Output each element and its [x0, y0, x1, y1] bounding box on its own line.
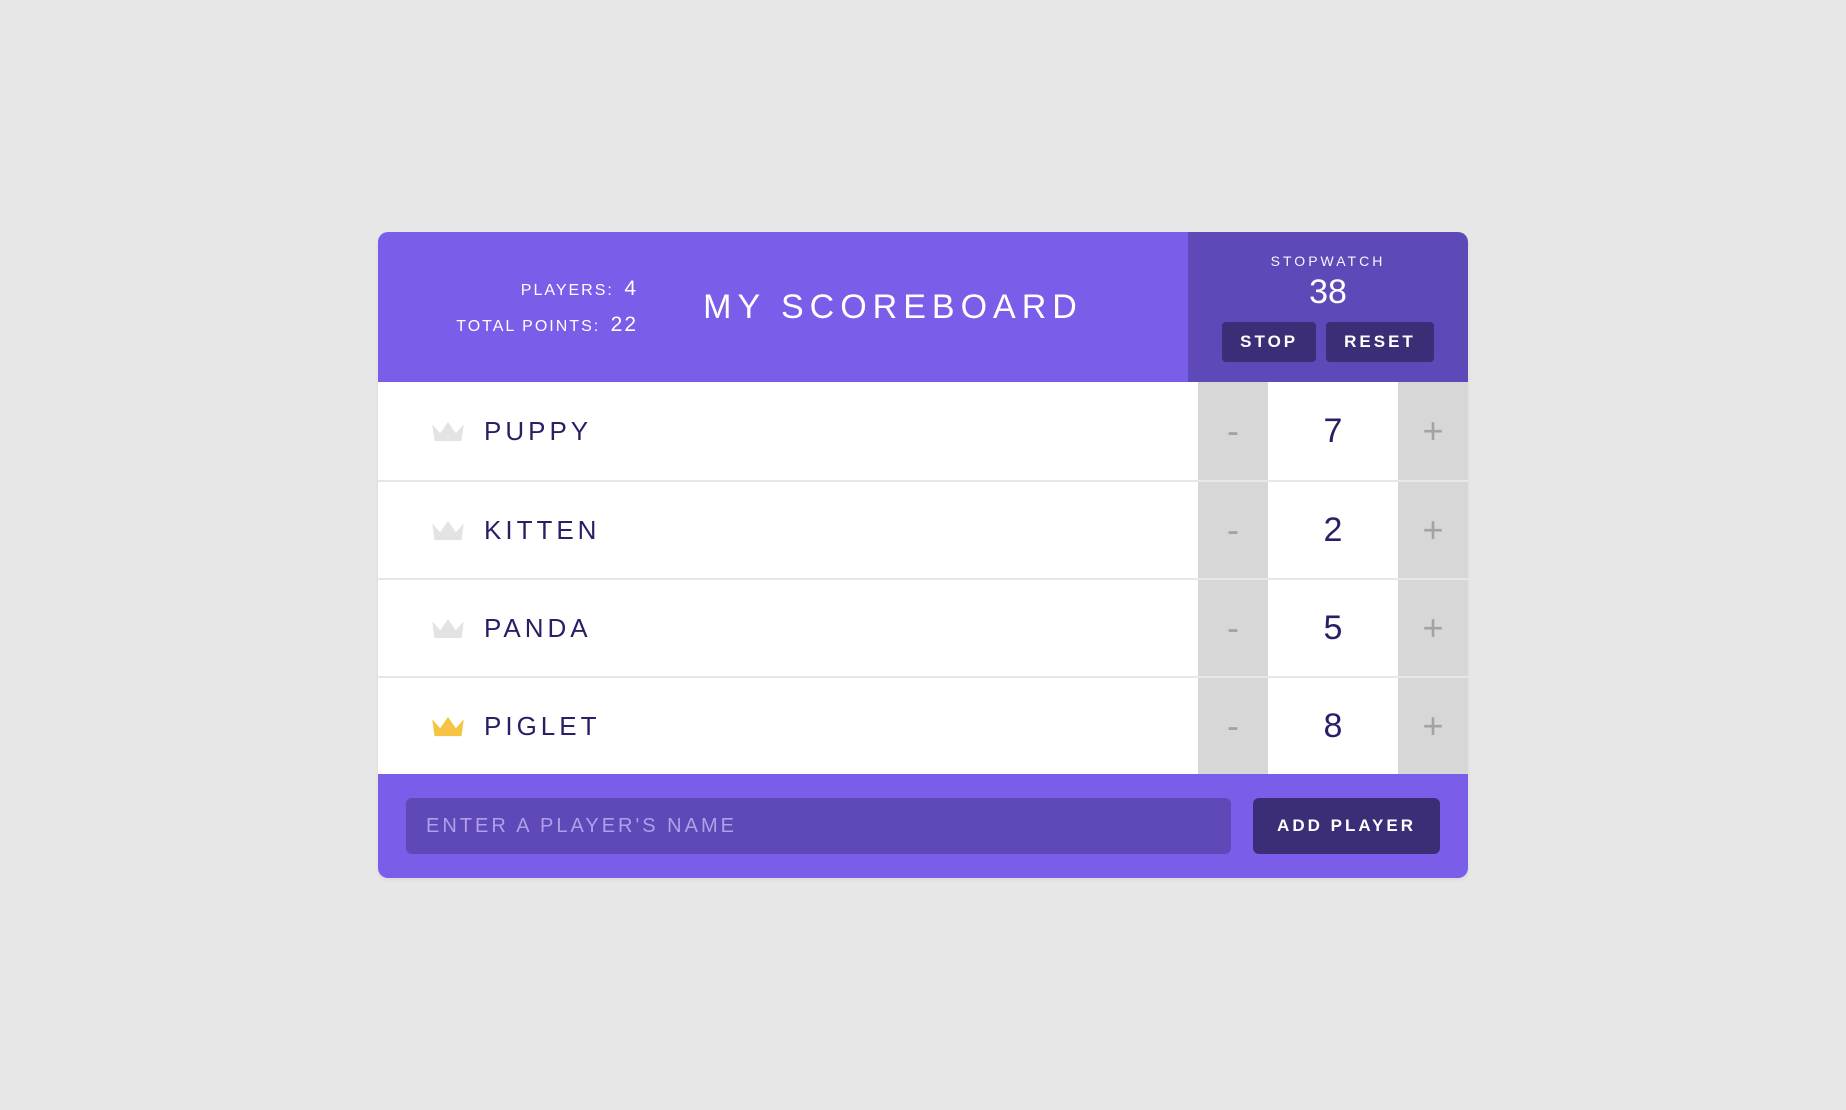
player-name-input[interactable] — [406, 798, 1231, 854]
players-count-row: PLAYERS: 4 — [428, 271, 638, 307]
player-name: KITTEN — [484, 515, 600, 546]
stopwatch-panel: STOPWATCH 38 STOP RESET — [1188, 232, 1468, 382]
player-row: KITTEN -2+ — [378, 480, 1468, 578]
increment-button[interactable]: + — [1398, 382, 1468, 480]
crown-icon — [430, 516, 466, 544]
total-points-label: TOTAL POINTS: — [456, 318, 600, 335]
players-list: PUPPY-7+KITTEN-2+PANDA-5+PIGLET-8+ — [378, 382, 1468, 774]
total-points-value: 22 — [611, 313, 638, 336]
stopwatch-buttons: STOP RESET — [1222, 322, 1434, 362]
crown-icon — [430, 712, 466, 740]
players-label: PLAYERS: — [521, 282, 614, 299]
stop-button[interactable]: STOP — [1222, 322, 1316, 362]
increment-button[interactable]: + — [1398, 678, 1468, 774]
player-score: 8 — [1268, 678, 1398, 774]
header-stats: PLAYERS: 4 TOTAL POINTS: 22 — [428, 271, 638, 342]
decrement-button[interactable]: - — [1198, 482, 1268, 578]
crown-icon — [430, 614, 466, 642]
crown-icon — [430, 417, 466, 445]
player-name-cell: PANDA — [378, 580, 1198, 676]
footer: ADD PLAYER — [378, 774, 1468, 878]
stopwatch-label: STOPWATCH — [1271, 253, 1386, 269]
decrement-button[interactable]: - — [1198, 678, 1268, 774]
player-score: 2 — [1268, 482, 1398, 578]
total-points-row: TOTAL POINTS: 22 — [428, 307, 638, 343]
increment-button[interactable]: + — [1398, 580, 1468, 676]
player-name: PIGLET — [484, 711, 600, 742]
player-name: PUPPY — [484, 416, 592, 447]
scoreboard: PLAYERS: 4 TOTAL POINTS: 22 MY SCOREBOAR… — [378, 232, 1468, 878]
page-title: MY SCOREBOARD — [638, 288, 1188, 327]
player-name-cell: PUPPY — [378, 382, 1198, 480]
reset-button[interactable]: RESET — [1326, 322, 1434, 362]
player-name-cell: PIGLET — [378, 678, 1198, 774]
header: PLAYERS: 4 TOTAL POINTS: 22 MY SCOREBOAR… — [378, 232, 1468, 382]
player-row: PANDA -5+ — [378, 578, 1468, 676]
header-left: PLAYERS: 4 TOTAL POINTS: 22 MY SCOREBOAR… — [378, 232, 1188, 382]
player-score: 5 — [1268, 580, 1398, 676]
players-count: 4 — [624, 277, 638, 300]
decrement-button[interactable]: - — [1198, 580, 1268, 676]
player-name-cell: KITTEN — [378, 482, 1198, 578]
add-player-button[interactable]: ADD PLAYER — [1253, 798, 1440, 854]
player-score: 7 — [1268, 382, 1398, 480]
player-row: PUPPY -7+ — [378, 382, 1468, 480]
player-row: PIGLET -8+ — [378, 676, 1468, 774]
player-name: PANDA — [484, 613, 592, 644]
decrement-button[interactable]: - — [1198, 382, 1268, 480]
increment-button[interactable]: + — [1398, 482, 1468, 578]
stopwatch-value: 38 — [1309, 273, 1347, 312]
